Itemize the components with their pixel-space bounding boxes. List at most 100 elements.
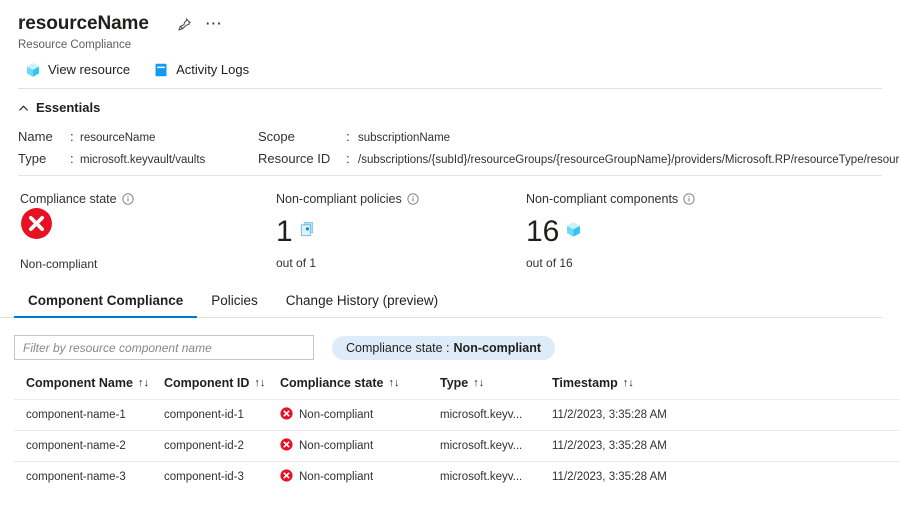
info-glyph — [407, 193, 419, 205]
metrics-row: Compliance state Non-compliant Non-compl… — [0, 176, 900, 271]
metric-noncompliant-components-value: 16 — [526, 217, 559, 247]
essentials-label-type: Type — [18, 151, 70, 166]
error-circle-icon — [280, 407, 293, 423]
tab-bar: Component Compliance Policies Change His… — [0, 271, 882, 318]
components-table: Component Name ↑↓ Component ID ↑↓ Compli… — [0, 376, 900, 492]
info-icon[interactable] — [122, 193, 134, 205]
metric-noncompliant-components-subtext: out of 16 — [526, 256, 826, 270]
metric-noncompliant-policies-body: 1 — [276, 217, 526, 247]
cell-timestamp: 11/2/2023, 3:35:28 AM — [540, 471, 740, 483]
cell-type: microsoft.keyv... — [428, 440, 540, 452]
essentials-heading: Essentials — [36, 100, 100, 115]
table-row[interactable]: component-name-2 component-id-2 Non-comp… — [14, 430, 900, 461]
cube-glyph — [565, 221, 582, 238]
cell-compliance-state: Non-compliant — [268, 438, 428, 454]
cell-component-name: component-name-2 — [14, 440, 152, 452]
column-header-timestamp-label: Timestamp — [552, 376, 618, 390]
policy-document-glyph — [299, 221, 316, 238]
column-header-component-id[interactable]: Component ID ↑↓ — [152, 376, 268, 399]
error-circle-glyph — [280, 407, 293, 420]
metric-noncompliant-policies: Non-compliant policies 1 out of 1 — [276, 192, 526, 271]
cell-timestamp: 11/2/2023, 3:35:28 AM — [540, 440, 740, 452]
column-header-timestamp[interactable]: Timestamp ↑↓ — [540, 376, 740, 399]
essentials-colon: : — [346, 151, 358, 166]
column-header-component-name[interactable]: Component Name ↑↓ — [14, 376, 152, 399]
cell-compliance-state: Non-compliant — [268, 469, 428, 485]
tab-policies[interactable]: Policies — [197, 293, 272, 317]
compliance-state-filter-value: Non-compliant — [454, 341, 542, 355]
cell-component-id: component-id-2 — [152, 440, 268, 452]
more-options-icon[interactable]: ⋯ — [199, 10, 227, 38]
error-circle-icon — [280, 438, 293, 454]
pin-glyph — [177, 17, 192, 32]
sort-icon: ↑↓ — [254, 377, 265, 389]
column-header-compliance-state[interactable]: Compliance state ↑↓ — [268, 376, 428, 399]
essentials-grid: Name : resourceName Scope : subscription… — [18, 129, 900, 166]
tab-component-compliance[interactable]: Component Compliance — [14, 293, 197, 317]
cell-component-name: component-name-3 — [14, 471, 152, 483]
cell-timestamp: 11/2/2023, 3:35:28 AM — [540, 409, 740, 421]
metric-noncompliant-components-header: Non-compliant components — [526, 192, 826, 206]
essentials-value-resource-id: /subscriptions/{subId}/resourceGroups/{r… — [358, 154, 900, 166]
table-row[interactable]: component-name-1 component-id-1 Non-comp… — [14, 399, 900, 430]
cell-compliance-state: Non-compliant — [268, 407, 428, 423]
page-subtitle: Resource Compliance — [18, 39, 900, 51]
error-circle-glyph — [280, 469, 293, 482]
error-circle-icon — [280, 469, 293, 485]
sort-icon: ↑↓ — [473, 377, 484, 389]
filter-row: Compliance state : Non-compliant — [0, 318, 900, 360]
tab-change-history-label: Change History (preview) — [286, 293, 438, 308]
view-resource-label: View resource — [48, 62, 130, 77]
cell-compliance-state-label: Non-compliant — [299, 409, 373, 421]
essentials-colon: : — [70, 129, 80, 144]
error-circle-icon — [20, 207, 53, 245]
cube-glyph — [25, 62, 41, 78]
cell-compliance-state-label: Non-compliant — [299, 440, 373, 452]
sort-icon: ↑↓ — [623, 377, 634, 389]
cube-icon — [24, 61, 41, 78]
error-circle-glyph — [280, 438, 293, 451]
compliance-state-filter-pill[interactable]: Compliance state : Non-compliant — [332, 336, 555, 360]
view-resource-button[interactable]: View resource — [24, 61, 130, 78]
essentials-section: Essentials Name : resourceName Scope : s… — [0, 89, 900, 166]
activity-log-icon — [152, 61, 169, 78]
essentials-toggle[interactable]: Essentials — [18, 100, 100, 115]
metric-compliance-state-label: Non-compliant — [20, 257, 276, 271]
activity-logs-label: Activity Logs — [176, 62, 249, 77]
tab-change-history[interactable]: Change History (preview) — [272, 293, 452, 317]
info-icon[interactable] — [407, 193, 419, 205]
cell-type: microsoft.keyv... — [428, 409, 540, 421]
cell-component-id: component-id-3 — [152, 471, 268, 483]
page-title: resourceName — [18, 13, 149, 35]
metric-compliance-state: Compliance state Non-compliant — [20, 192, 276, 271]
info-icon[interactable] — [683, 193, 695, 205]
essentials-colon: : — [70, 151, 80, 166]
sort-icon: ↑↓ — [389, 377, 400, 389]
column-header-compliance-state-label: Compliance state — [280, 376, 384, 390]
metric-noncompliant-policies-subtext: out of 1 — [276, 256, 526, 270]
cell-compliance-state-label: Non-compliant — [299, 471, 373, 483]
column-header-type-label: Type — [440, 376, 468, 390]
command-bar: View resource Activity Logs — [0, 51, 900, 88]
page-header: resourceName ⋯ Resource Compliance — [0, 0, 900, 51]
essentials-value-name: resourceName — [80, 132, 258, 144]
policy-document-icon — [299, 221, 316, 243]
info-glyph — [683, 193, 695, 205]
metric-compliance-state-title: Compliance state — [20, 192, 117, 206]
search-input[interactable] — [14, 335, 314, 360]
essentials-label-scope: Scope — [258, 129, 346, 144]
metric-compliance-state-header: Compliance state — [20, 192, 276, 206]
metric-noncompliant-components-body: 16 — [526, 217, 826, 247]
info-glyph — [122, 193, 134, 205]
column-header-type[interactable]: Type ↑↓ — [428, 376, 540, 399]
tab-policies-label: Policies — [211, 293, 258, 308]
essentials-value-scope: subscriptionName — [358, 132, 900, 144]
table-row[interactable]: component-name-3 component-id-3 Non-comp… — [14, 461, 900, 492]
essentials-label-resource-id: Resource ID — [258, 151, 346, 166]
column-header-component-name-label: Component Name — [26, 376, 133, 390]
pin-icon[interactable] — [171, 10, 199, 38]
essentials-colon: : — [346, 129, 358, 144]
essentials-label-name: Name — [18, 129, 70, 144]
activity-logs-button[interactable]: Activity Logs — [152, 61, 249, 78]
essentials-value-type: microsoft.keyvault/vaults — [80, 154, 258, 166]
